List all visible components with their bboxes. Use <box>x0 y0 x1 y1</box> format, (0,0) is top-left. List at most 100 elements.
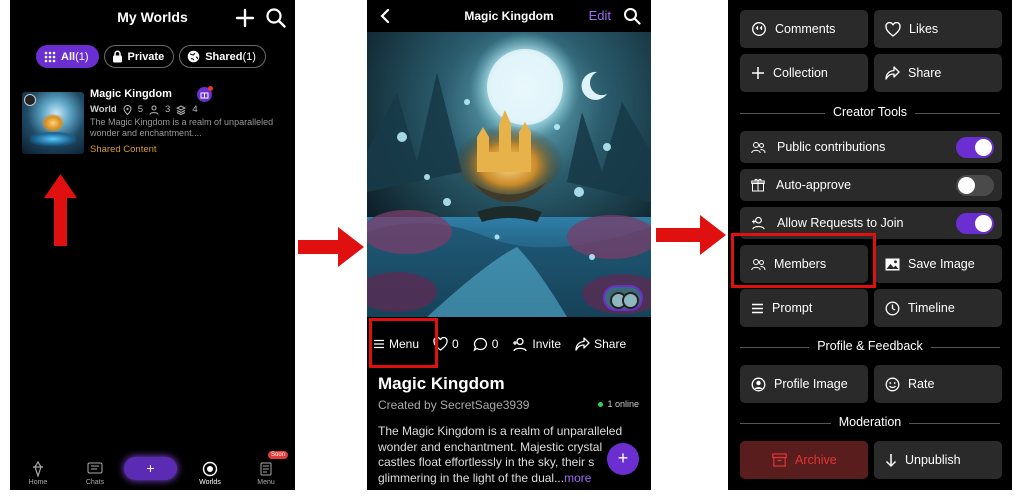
search-icon[interactable] <box>265 7 287 29</box>
filter-label: Private <box>127 50 165 63</box>
tile-label: Profile Image <box>774 377 848 391</box>
filter-shared[interactable]: Shared(1) <box>179 45 266 68</box>
nav-home[interactable]: Home <box>18 461 58 486</box>
tile-label: Save Image <box>908 257 975 271</box>
prompt-button[interactable]: Prompt <box>740 289 868 327</box>
location-pin-icon <box>123 104 132 115</box>
world-menu-screen: Comments Likes Collection Share Creator … <box>728 0 1012 490</box>
share-button[interactable]: Share <box>575 337 626 351</box>
tile-label: Comments <box>775 22 836 36</box>
section-label: Creator Tools <box>824 105 916 119</box>
moderation-heading: Moderation <box>740 415 1000 429</box>
gift-badge-icon <box>197 86 213 102</box>
people-icon <box>751 141 766 153</box>
chat-icon <box>87 462 103 474</box>
description-text: The Magic Kingdom is a realm of unparall… <box>378 424 623 469</box>
more-link[interactable]: more <box>564 471 591 485</box>
description-hidden-text: p <box>594 455 601 469</box>
toggle-label: Public contributions <box>777 140 886 154</box>
archive-button[interactable]: Archive <box>740 441 868 479</box>
public-contributions-toggle[interactable] <box>956 137 994 158</box>
user-circle-icon <box>751 377 766 391</box>
list-icon <box>752 303 763 313</box>
worlds-icon <box>202 461 218 477</box>
world-name: Magic Kingdom <box>90 88 172 100</box>
members-highlight-box <box>731 233 876 288</box>
nav-label: Home <box>28 479 48 486</box>
filter-all[interactable]: All(1) <box>36 45 99 68</box>
nav-label: Menu <box>257 479 275 486</box>
tile-label: Archive <box>795 453 837 467</box>
toggle-label: Auto-approve <box>776 178 852 192</box>
nav-menu[interactable]: Menu <box>246 461 286 486</box>
tile-label: Collection <box>773 66 828 80</box>
save-image-button[interactable]: Save Image <box>874 245 1002 283</box>
lock-icon <box>112 50 122 63</box>
up-arrow-annotation-icon <box>44 174 77 246</box>
soon-badge: Soon <box>268 451 289 459</box>
comment-button[interactable]: 0 <box>473 337 498 352</box>
shared-content-label: Shared Content <box>90 144 157 155</box>
section-label: Profile & Feedback <box>809 339 931 353</box>
timeline-button[interactable]: Timeline <box>874 289 1002 327</box>
invite-button[interactable]: Invite <box>512 337 561 352</box>
world-description: The Magic Kingdom is a realm of unparall… <box>90 117 274 138</box>
like-count: 0 <box>452 337 459 351</box>
filter-label: All <box>61 50 76 63</box>
profile-image-button[interactable]: Profile Image <box>740 365 868 403</box>
create-button[interactable]: + <box>124 457 177 480</box>
right-arrow-annotation-icon <box>656 215 726 255</box>
my-worlds-screen: My Worlds All(1) Private Shared(1) Magic… <box>10 0 295 490</box>
filter-count: (1) <box>75 50 89 63</box>
rate-button[interactable]: Rate <box>874 365 1002 403</box>
filter-private[interactable]: Private <box>103 45 175 68</box>
bottom-nav: Home Chats + Worlds Menu Soon <box>10 450 295 490</box>
header: My Worlds <box>10 0 295 36</box>
edit-button[interactable]: Edit <box>589 8 611 23</box>
home-icon <box>33 461 43 477</box>
add-fab-button[interactable]: + <box>607 443 639 475</box>
image-icon <box>885 258 900 270</box>
layer-count: 4 <box>192 104 198 115</box>
grid-icon <box>44 51 56 62</box>
collection-button[interactable]: Collection <box>740 54 868 92</box>
world-card[interactable]: Magic Kingdom World 5 3 4 The Magic King… <box>22 86 287 158</box>
archive-icon <box>772 453 787 467</box>
nav-chats[interactable]: Chats <box>75 461 115 486</box>
creator-tools-heading: Creator Tools <box>740 105 1000 119</box>
toggle-label: Allow Requests to Join <box>777 216 904 230</box>
add-person-icon <box>513 337 528 351</box>
world-detail-screen: Magic Kingdom Edit Menu 0 0 Invite Share… <box>367 0 651 490</box>
tile-label: Prompt <box>772 301 813 315</box>
allow-requests-toggle[interactable] <box>956 213 994 234</box>
collaborators-avatar[interactable] <box>603 285 643 311</box>
filter-label: Shared <box>205 50 243 63</box>
likes-button[interactable]: Likes <box>874 10 1002 48</box>
add-person-icon <box>751 216 765 230</box>
location-count: 5 <box>137 104 144 115</box>
profile-feedback-heading: Profile & Feedback <box>740 339 1000 353</box>
section-label: Moderation <box>830 415 910 429</box>
nav-worlds[interactable]: Worlds <box>190 461 230 486</box>
comment-icon <box>473 337 487 351</box>
world-meta: World 5 3 4 <box>90 104 198 115</box>
tile-label: Share <box>908 66 942 80</box>
nav-label: Chats <box>85 479 105 486</box>
auto-approve-toggle[interactable] <box>956 175 994 196</box>
tile-label: Unpublish <box>905 453 961 467</box>
gift-icon <box>751 178 765 192</box>
unpublish-button[interactable]: Unpublish <box>874 441 1002 479</box>
online-dot-icon <box>598 401 604 407</box>
auto-approve-row: Auto-approve <box>740 169 1002 201</box>
share-button[interactable]: Share <box>874 54 1002 92</box>
right-arrow-annotation-icon <box>298 227 364 267</box>
public-contributions-row: Public contributions <box>740 131 1002 163</box>
tile-label: Likes <box>909 22 939 36</box>
share-label: Share <box>594 337 627 351</box>
comments-button[interactable]: Comments <box>740 10 868 48</box>
world-title: Magic Kingdom <box>378 374 505 393</box>
heart-icon <box>885 21 901 37</box>
search-icon[interactable] <box>623 7 641 25</box>
add-icon[interactable] <box>234 7 256 29</box>
world-type: World <box>90 104 117 115</box>
